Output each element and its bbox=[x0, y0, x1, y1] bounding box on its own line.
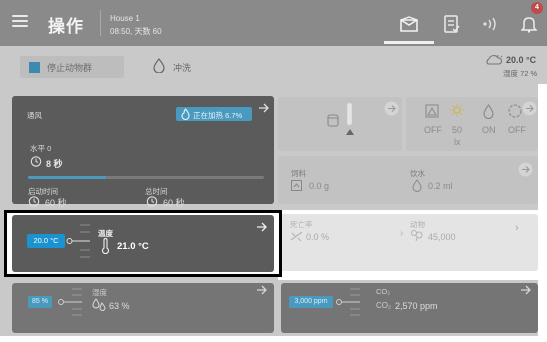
water-drop-icon bbox=[153, 58, 165, 75]
mortality-icon bbox=[290, 230, 303, 244]
co2-setpoint: 3,000 ppm bbox=[289, 296, 333, 308]
light-intensity: 50 bbox=[452, 125, 463, 135]
start-time: 60 秒 bbox=[45, 198, 67, 208]
arrow-right-icon[interactable] bbox=[256, 222, 268, 234]
position-marker-icon bbox=[346, 129, 354, 135]
light-unit: lx bbox=[454, 137, 461, 147]
humidity-value: 63 % bbox=[109, 301, 130, 311]
light-state-3: OFF bbox=[508, 125, 526, 135]
feed-water-card[interactable] bbox=[278, 156, 538, 204]
setpoint-scale-icon bbox=[56, 287, 86, 325]
house-info: 08:50, 天数 60 bbox=[110, 27, 162, 36]
feed-label: 饲料 bbox=[291, 169, 306, 178]
arrow-right-icon[interactable] bbox=[522, 101, 537, 118]
setpoint-scale-icon bbox=[66, 223, 96, 263]
stop-flock-label: 停止动物群 bbox=[47, 63, 93, 73]
humidity-icon bbox=[92, 298, 106, 313]
sun-icon bbox=[450, 103, 464, 121]
light-mode-icon bbox=[425, 104, 439, 120]
timer-icon bbox=[28, 195, 40, 209]
flame-icon bbox=[180, 108, 191, 122]
setpoint-scale-icon bbox=[334, 287, 364, 325]
animal-icon bbox=[410, 229, 424, 244]
stop-icon bbox=[29, 62, 40, 73]
wash-button[interactable]: 冲洗 bbox=[173, 61, 191, 74]
outside-humidity: 湿度 72 % bbox=[503, 69, 538, 78]
temperature-value: 21.0 °C bbox=[117, 241, 149, 252]
humidity-setpoint: 85 % bbox=[28, 296, 52, 308]
arrow-right-icon[interactable] bbox=[256, 285, 268, 297]
vent-level-label: 水平 0 bbox=[30, 144, 52, 153]
chevron-right-icon[interactable]: › bbox=[515, 222, 519, 234]
vent-progress-fill bbox=[28, 176, 106, 179]
total-time: 60 秒 bbox=[163, 198, 185, 208]
inlet-position-gauge bbox=[347, 103, 352, 125]
arrow-right-icon[interactable] bbox=[258, 103, 270, 115]
clock-icon bbox=[508, 104, 522, 120]
operation-icon bbox=[400, 16, 418, 32]
tab-operation[interactable] bbox=[399, 14, 419, 34]
report-icon bbox=[444, 15, 460, 33]
overlay-edge bbox=[538, 84, 547, 342]
arrow-right-icon[interactable] bbox=[518, 162, 533, 179]
scale-icon bbox=[291, 180, 302, 193]
mortality-card[interactable] bbox=[278, 214, 538, 271]
page-title: 操作 bbox=[48, 17, 84, 36]
arrow-right-icon[interactable] bbox=[520, 285, 532, 297]
outside-temperature: 20.0 °C bbox=[506, 55, 537, 65]
overlay-edge bbox=[0, 336, 547, 342]
thermometer-icon bbox=[101, 238, 110, 256]
tab-connection[interactable] bbox=[482, 14, 502, 34]
menu-icon[interactable] bbox=[12, 15, 28, 28]
water-drop-icon bbox=[483, 104, 494, 121]
house-name[interactable]: House 1 bbox=[110, 14, 140, 23]
water-value: 0.2 ml bbox=[428, 181, 453, 191]
weather-icon bbox=[483, 54, 503, 68]
mortality-label: 死亡率 bbox=[290, 220, 313, 229]
co2-icon-label: CO₂ bbox=[376, 301, 392, 310]
timer-icon bbox=[146, 195, 158, 209]
tab-reports[interactable] bbox=[442, 14, 462, 34]
co2-label: CO₂ bbox=[376, 287, 391, 296]
header-divider bbox=[100, 10, 101, 36]
vent-level-time: 8 秒 bbox=[46, 159, 63, 169]
inlet-icon bbox=[326, 112, 340, 130]
signal-icon bbox=[483, 17, 496, 31]
heating-status: 正在加热 6.7% bbox=[193, 111, 243, 120]
active-tab-indicator bbox=[384, 41, 434, 44]
mortality-value: 0.0 % bbox=[306, 232, 330, 242]
humidity-card[interactable] bbox=[12, 283, 274, 333]
arrow-right-icon[interactable] bbox=[384, 101, 399, 118]
light-state-1: OFF bbox=[424, 125, 442, 135]
water-drop-icon bbox=[412, 179, 422, 194]
temperature-setpoint: 20.0 °C bbox=[27, 234, 65, 248]
timer-icon bbox=[30, 155, 42, 169]
alarm-count-badge: 4 bbox=[531, 2, 543, 14]
humidity-label: 湿度 bbox=[92, 288, 107, 297]
bell-icon bbox=[521, 17, 537, 33]
chevron-right-icon[interactable]: › bbox=[400, 228, 403, 239]
co2-value: 2,570 ppm bbox=[395, 301, 438, 311]
animals-value: 45,000 bbox=[428, 232, 456, 242]
ventilation-title: 通风 bbox=[27, 111, 42, 120]
light-state-2: ON bbox=[482, 125, 496, 135]
feed-value: 0.0 g bbox=[309, 181, 330, 191]
tab-alarms[interactable] bbox=[519, 14, 539, 34]
water-label: 饮水 bbox=[410, 169, 425, 178]
